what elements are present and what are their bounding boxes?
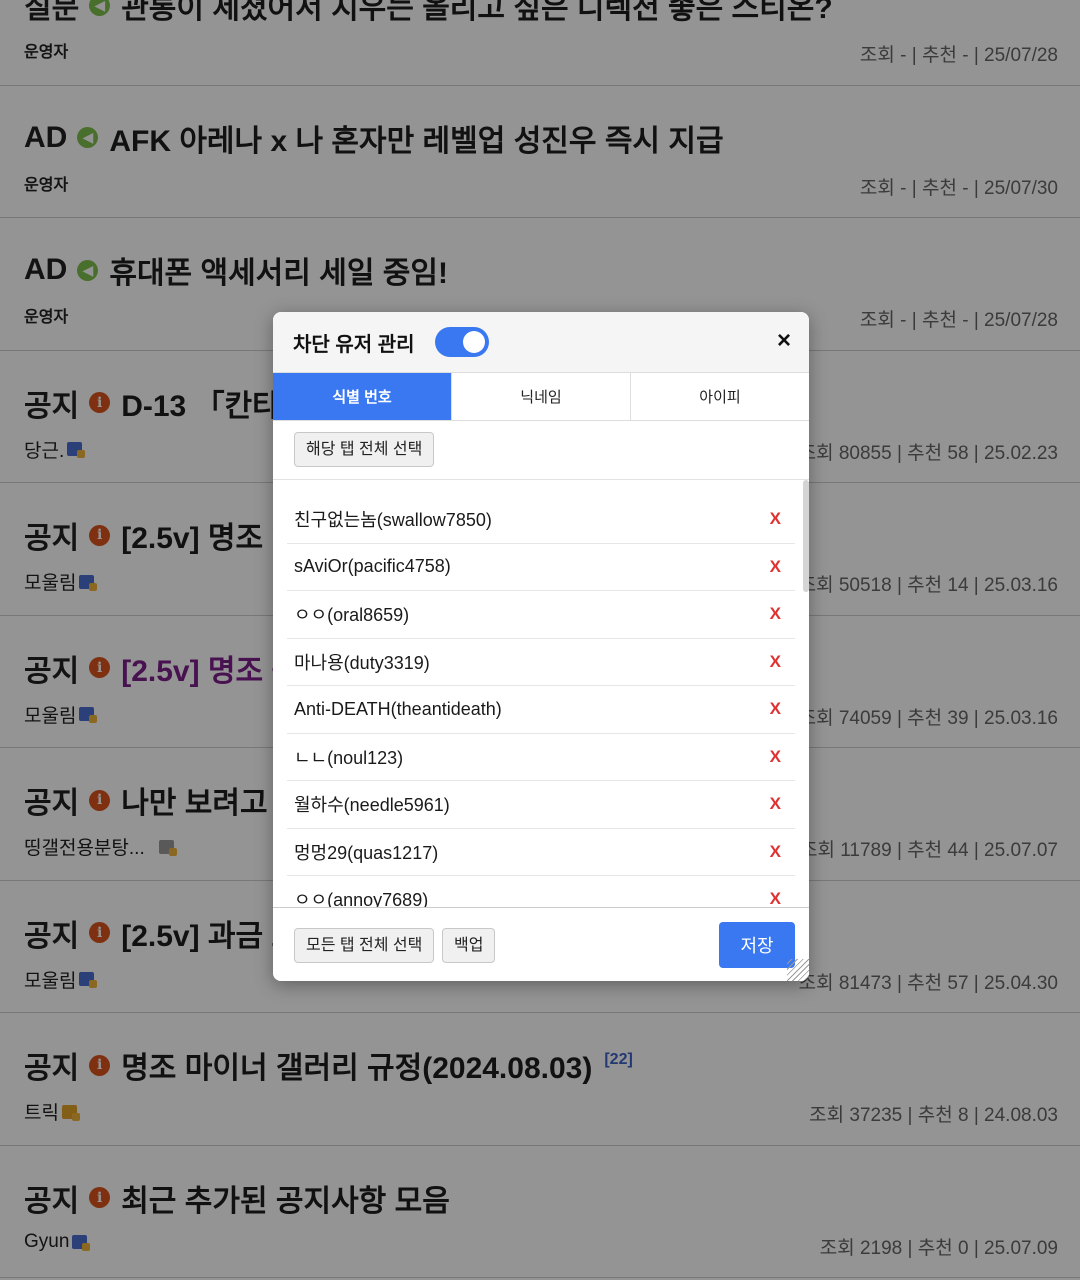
remove-user-button[interactable]: X: [770, 557, 781, 577]
blocked-user-row: 마나용(duty3319) X: [287, 639, 795, 686]
block-enabled-toggle[interactable]: [434, 327, 489, 357]
dialog-header: 차단 유저 관리 ×: [273, 312, 809, 372]
blocked-user-name: 월하수(needle5961): [294, 795, 450, 816]
blocked-user-name: ㅇㅇ(oral8659): [294, 605, 410, 626]
remove-user-button[interactable]: X: [770, 604, 781, 624]
remove-user-button[interactable]: X: [770, 652, 781, 672]
tab-bar: 식별 번호 닉네임 아이피: [273, 372, 809, 421]
blocked-user-name: 친구없는놈(swallow7850): [294, 510, 492, 531]
blocked-user-row: Anti-DEATH(theantideath) X: [287, 686, 795, 734]
blocked-user-name: sAviOr(pacific4758): [294, 556, 451, 577]
remove-user-button[interactable]: X: [770, 509, 781, 529]
remove-user-button[interactable]: X: [770, 699, 781, 719]
blocked-user-row: ㄴㄴ(noul123) X: [287, 734, 795, 781]
toggle-knob: [462, 331, 485, 353]
dialog-title: 차단 유저 관리: [293, 333, 415, 356]
blocked-user-row: sAviOr(pacific4758) X: [287, 544, 795, 591]
resize-handle-icon[interactable]: [787, 959, 809, 981]
tab-ip[interactable]: 아이피: [631, 373, 809, 420]
tab-id-number[interactable]: 식별 번호: [273, 373, 452, 420]
remove-user-button[interactable]: X: [770, 842, 781, 862]
remove-user-button[interactable]: X: [770, 747, 781, 767]
blocked-user-row: 친구없는놈(swallow7850) X: [287, 496, 795, 544]
tab-nickname[interactable]: 닉네임: [452, 373, 631, 420]
blocked-user-name: Anti-DEATH(theantideath): [294, 698, 502, 719]
backup-button[interactable]: 백업: [442, 928, 496, 963]
blocked-user-row: 월하수(needle5961) X: [287, 781, 795, 829]
blocked-user-list[interactable]: 친구없는놈(swallow7850) XsAviOr(pacific4758) X ㅇ…: [273, 480, 809, 907]
blocked-user-name: 마나용(duty3319): [294, 652, 430, 673]
blocked-user-name: 멍멍29(quas1217): [294, 842, 439, 863]
save-button[interactable]: 저장: [719, 922, 795, 968]
blocked-user-row: ㅇㅇ(annoy7689) X: [287, 876, 795, 907]
remove-user-button[interactable]: X: [770, 794, 781, 814]
select-all-tabs-button[interactable]: 모든 탭 전체 선택: [294, 928, 435, 963]
close-icon[interactable]: ×: [777, 329, 791, 353]
list-scrollbar[interactable]: [803, 480, 809, 592]
blocked-users-dialog: 차단 유저 관리 × 식별 번호 닉네임 아이피 해당 탭 전체 선택 친구없는…: [273, 312, 809, 981]
blocked-user-row: ㅇㅇ(oral8659) X: [287, 591, 795, 639]
blocked-user-name: ㄴㄴ(noul123): [294, 747, 404, 768]
blocked-user-row: 멍멍29(quas1217) X: [287, 829, 795, 876]
select-row: 해당 탭 전체 선택: [273, 421, 809, 480]
remove-user-button[interactable]: X: [770, 889, 781, 907]
dialog-footer: 모든 탭 전체 선택 백업 저장: [273, 907, 809, 981]
blocked-user-name: ㅇㅇ(annoy7689): [294, 890, 429, 907]
select-tab-all-button[interactable]: 해당 탭 전체 선택: [294, 432, 435, 467]
